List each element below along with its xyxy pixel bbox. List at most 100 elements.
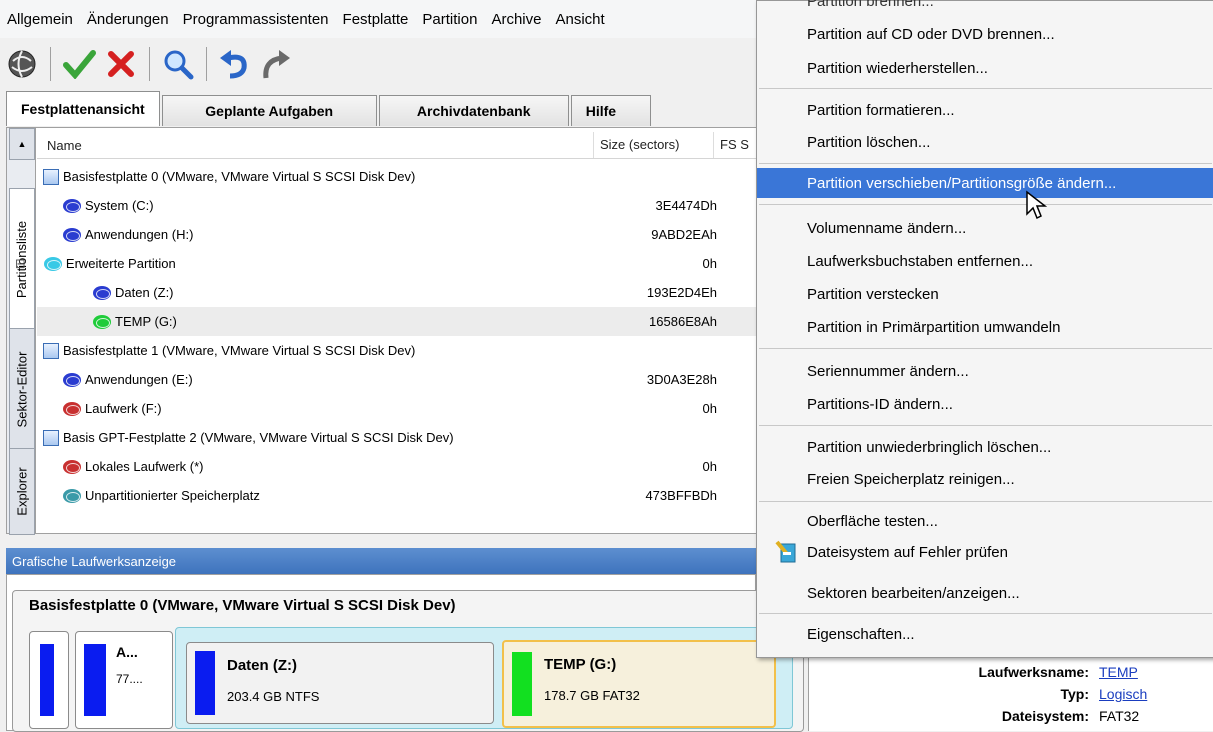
menu-properties[interactable]: Eigenschaften... <box>757 619 1213 649</box>
menu-partition[interactable]: Partition <box>415 11 484 28</box>
menu-item-clipped: Partition brennen... <box>807 0 934 10</box>
menu-hide-partition[interactable]: Partition verstecken <box>757 279 1213 309</box>
menu-burn-partition[interactable]: Partition auf CD oder DVD brennen... <box>757 19 1213 49</box>
menu-ansicht[interactable]: Ansicht <box>548 11 611 28</box>
column-fs[interactable]: FS S <box>713 132 749 158</box>
disk-map-title: Basisfestplatte 0 (VMware, VMware Virtua… <box>29 597 456 614</box>
row-size: 0h <box>702 401 717 416</box>
partition-row[interactable]: System (C:) 3E4474Dh <box>37 191 757 220</box>
row-label: Erweiterte Partition <box>65 256 176 271</box>
partition-info: 178.7 GB FAT32 <box>544 688 640 703</box>
row-label: System (C:) <box>85 198 154 213</box>
property-label-name: Laufwerksname: <box>978 664 1089 680</box>
row-size: 0h <box>702 256 717 271</box>
toolbar <box>0 40 764 88</box>
menu-separator <box>759 613 1212 614</box>
partition-icon <box>43 256 62 271</box>
disk-row[interactable]: Basisfestplatte 1 (VMware, VMware Virtua… <box>37 336 757 365</box>
column-header: Name Size (sectors) FS S <box>37 132 757 159</box>
menu-surface-test[interactable]: Oberfläche testen... <box>757 506 1213 536</box>
partition-row[interactable]: Anwendungen (H:) 9ABD2EAh <box>37 220 757 249</box>
row-label: Basisfestplatte 1 (VMware, VMware Virtua… <box>63 343 416 358</box>
toolbar-separator <box>50 47 51 81</box>
menu-restore-partition[interactable]: Partition wiederherstellen... <box>757 53 1213 83</box>
row-name-cell: Laufwerk (F:) <box>63 401 162 416</box>
menu-delete-partition[interactable]: Partition löschen... <box>757 127 1213 157</box>
partition-info: 77.... <box>116 672 143 686</box>
partition-row[interactable]: Anwendungen (E:) 3D0A3E28h <box>37 365 757 394</box>
vtab-explorer[interactable]: Explorer <box>9 448 35 535</box>
tab-archivdatenbank[interactable]: Archivdatenbank <box>378 95 569 126</box>
cross-icon[interactable] <box>103 46 139 82</box>
menu-festplatte[interactable]: Festplatte <box>336 11 416 28</box>
context-menu: Partition brennen... Partition auf CD od… <box>756 0 1213 658</box>
graphic-view-header: Grafische Laufwerksanzeige <box>6 548 756 574</box>
column-name[interactable]: Name <box>47 138 82 153</box>
magnifier-icon[interactable] <box>160 46 196 82</box>
partition-block-daten[interactable]: Daten (Z:) 203.4 GB NTFS <box>186 642 494 724</box>
collapse-icon[interactable]: ⊟ <box>15 256 26 272</box>
undo-icon[interactable] <box>217 46 253 82</box>
partition-info: 203.4 GB NTFS <box>227 689 320 704</box>
property-value-type[interactable]: Logisch <box>1099 686 1147 702</box>
property-value-name[interactable]: TEMP <box>1099 664 1138 680</box>
menu-allgemein[interactable]: Allgemein <box>0 11 80 28</box>
partition-bar <box>84 644 106 716</box>
menu-move-resize-partition[interactable]: Partition verschieben/Partitionsgröße än… <box>757 168 1213 198</box>
menu-programmassistenten[interactable]: Programmassistenten <box>176 11 336 28</box>
menu-aenderungen[interactable]: Änderungen <box>80 11 176 28</box>
partition-icon <box>93 314 111 329</box>
partition-block-temp[interactable]: TEMP (G:) 178.7 GB FAT32 <box>502 640 776 728</box>
disk-icon <box>43 168 59 185</box>
menu-change-serial[interactable]: Seriennummer ändern... <box>757 356 1213 386</box>
menu-format-partition[interactable]: Partition formatieren... <box>757 95 1213 125</box>
row-name-cell: Daten (Z:) <box>93 285 174 300</box>
row-label: Anwendungen (H:) <box>85 227 194 242</box>
main-tabs: Festplattenansicht Geplante Aufgaben Arc… <box>6 91 653 126</box>
vtab-sektor-editor[interactable]: Sektor-Editor <box>9 328 35 450</box>
menu-check-filesystem[interactable]: Dateisystem auf Fehler prüfen <box>757 537 1213 567</box>
partition-row[interactable]: ⊟ Erweiterte Partition 0h <box>15 249 757 278</box>
menu-remove-letter[interactable]: Laufwerksbuchstaben entfernen... <box>757 246 1213 276</box>
partition-icon <box>63 372 81 387</box>
partition-row[interactable]: Daten (Z:) 193E2D4Eh <box>37 278 757 307</box>
partition-row[interactable]: Laufwerk (F:) 0h <box>37 394 757 423</box>
menu-change-partition-id[interactable]: Partitions-ID ändern... <box>757 389 1213 419</box>
extended-partition-block[interactable]: Daten (Z:) 203.4 GB NTFS TEMP (G:) 178.7… <box>175 627 793 729</box>
row-size: 193E2D4Eh <box>646 285 717 300</box>
menu-convert-primary[interactable]: Partition in Primärpartition umwandeln <box>757 312 1213 342</box>
row-label: Basis GPT-Festplatte 2 (VMware, VMware V… <box>63 430 454 445</box>
disk-row[interactable]: Basis GPT-Festplatte 2 (VMware, VMware V… <box>37 423 757 452</box>
partition-bar <box>40 644 54 716</box>
tab-geplante-aufgaben[interactable]: Geplante Aufgaben <box>161 95 377 126</box>
check-icon[interactable] <box>61 46 97 82</box>
row-label: TEMP (G:) <box>115 314 177 329</box>
disk-row[interactable]: Basisfestplatte 0 (VMware, VMware Virtua… <box>37 162 757 191</box>
partition-block-system[interactable] <box>29 631 69 729</box>
row-name-cell: Lokales Laufwerk (*) <box>63 459 204 474</box>
menu-wipe-free-space[interactable]: Freien Speicherplatz reinigen... <box>757 464 1213 494</box>
partition-row[interactable]: TEMP (G:) 16586E8Ah <box>37 307 757 336</box>
partition-block-anwendungen[interactable]: A... 77.... <box>75 631 173 729</box>
menu-change-label[interactable]: Volumenname ändern... <box>757 213 1213 243</box>
row-size: 0h <box>702 459 717 474</box>
row-label: Lokales Laufwerk (*) <box>85 459 204 474</box>
menu-archive[interactable]: Archive <box>484 11 548 28</box>
menu-wipe-partition[interactable]: Partition unwiederbringlich löschen... <box>757 432 1213 462</box>
tab-festplattenansicht[interactable]: Festplattenansicht <box>6 91 160 126</box>
partition-icon <box>63 198 81 213</box>
column-size[interactable]: Size (sectors) <box>593 132 679 158</box>
scroll-up-icon[interactable]: ▲ <box>9 128 35 160</box>
partition-row[interactable]: Lokales Laufwerk (*) 0h <box>37 452 757 481</box>
menubar: Allgemein Änderungen Programmassistenten… <box>0 0 760 38</box>
redo-icon[interactable] <box>259 46 295 82</box>
tab-hilfe[interactable]: Hilfe <box>570 95 651 126</box>
menu-separator <box>759 163 1212 164</box>
row-size: 16586E8Ah <box>649 314 717 329</box>
menu-edit-sectors[interactable]: Sektoren bearbeiten/anzeigen... <box>757 578 1213 608</box>
partition-label: A... <box>116 644 138 660</box>
disk-map: Basisfestplatte 0 (VMware, VMware Virtua… <box>12 590 804 732</box>
partition-row[interactable]: Unpartitionierter Speicherplatz 473BFFBDh <box>37 481 757 510</box>
globe-icon[interactable] <box>4 46 40 82</box>
row-name-cell: TEMP (G:) <box>93 314 177 329</box>
